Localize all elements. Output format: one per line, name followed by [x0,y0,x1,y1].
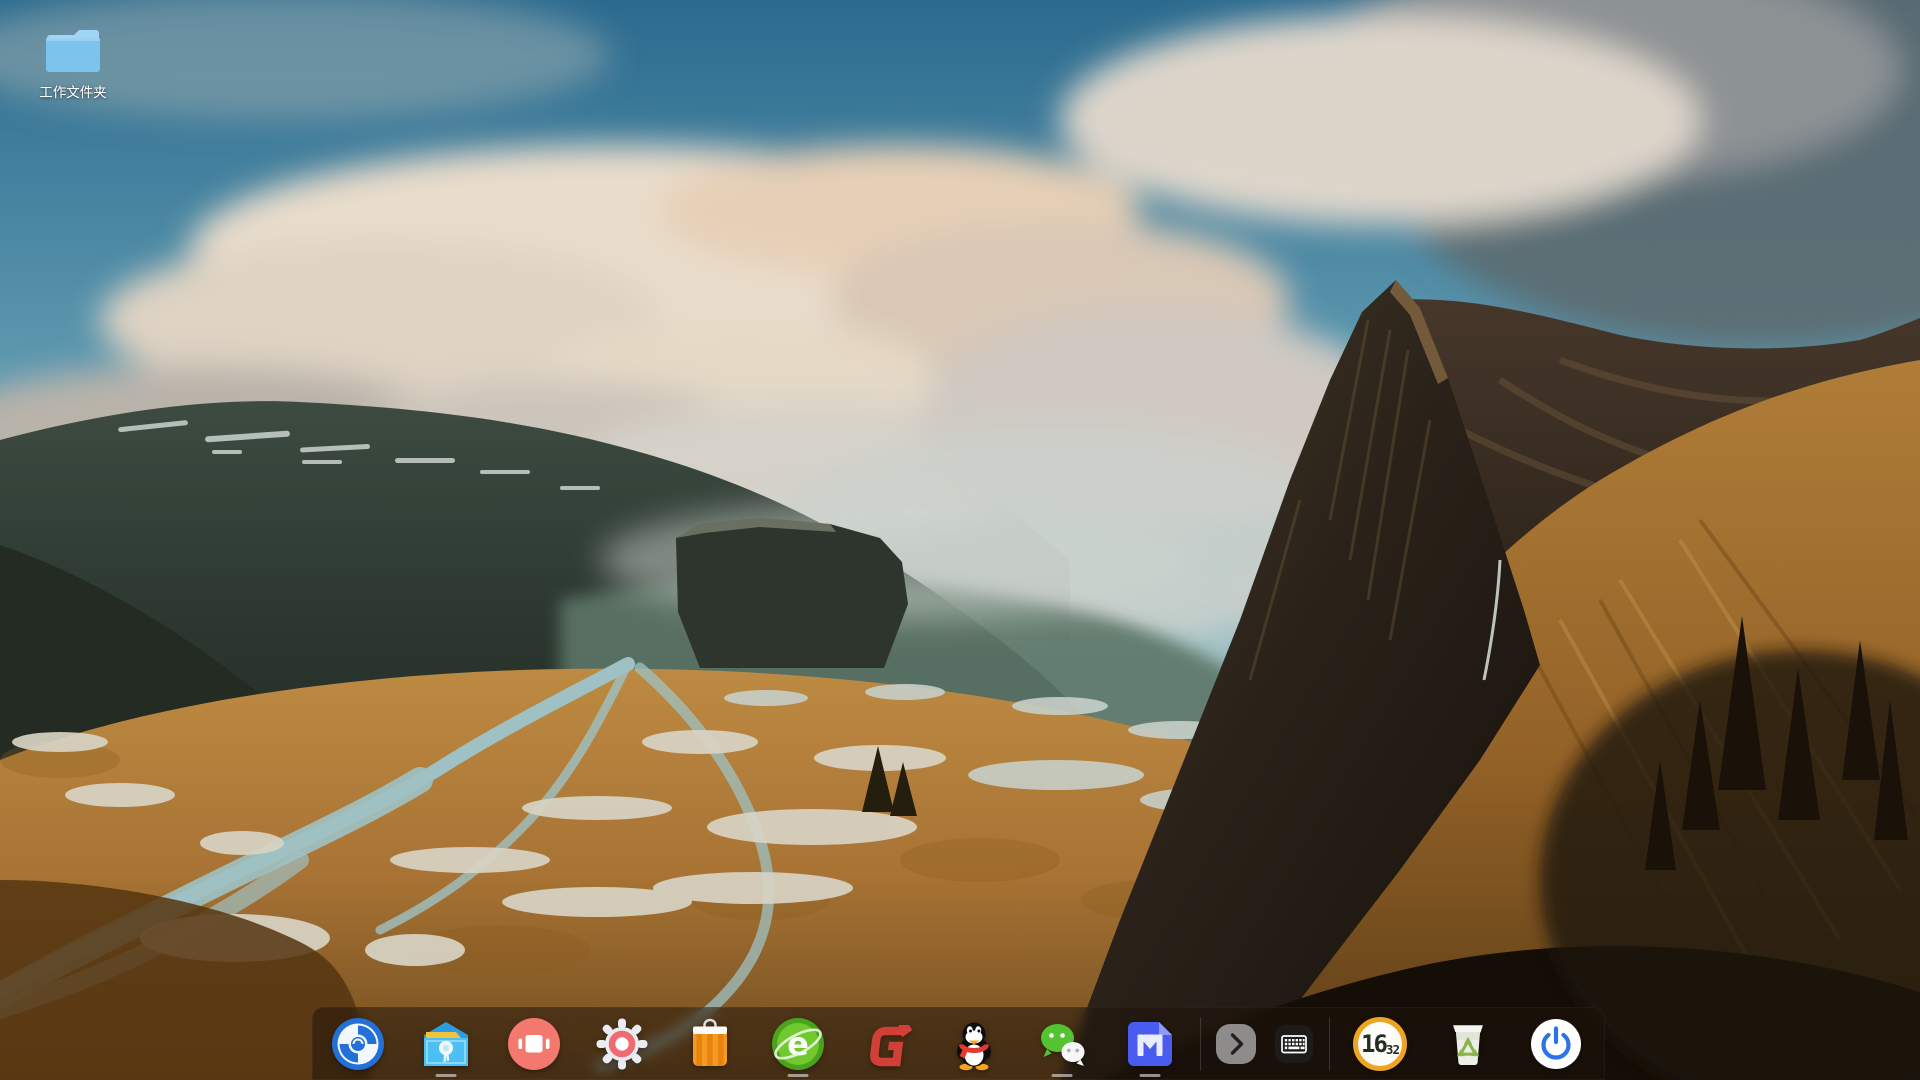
clock-hour: 16 [1361,1029,1388,1058]
running-indicator [1139,1074,1161,1077]
clock-minute: 32 [1385,1041,1400,1057]
deepin-launcher-icon [332,1017,384,1070]
desktop-folder[interactable]: 工作文件夹 [26,24,120,101]
wallpaper-image [0,0,1920,1080]
dock-app-file-manager[interactable] [402,1007,490,1080]
dock-plugin-power[interactable] [1512,1007,1600,1080]
wps-office-icon [1128,1021,1172,1066]
desktop-folder-label: 工作文件夹 [39,85,107,100]
clock-icon: 16 32 [1353,1016,1407,1071]
running-indicator [787,1074,809,1077]
red-g-app-icon [870,1024,913,1066]
dock-plugin-datetime[interactable]: 16 32 [1336,1007,1424,1080]
running-indicator [435,1074,457,1077]
file-manager-icon [424,1021,468,1066]
dock-tray-keyboard[interactable] [1265,1007,1323,1080]
virtual-keyboard-icon [1275,1024,1313,1063]
chevron-right-icon [1216,1023,1256,1064]
dock-divider [1329,1016,1330,1071]
dock-app-launcher[interactable] [314,1007,402,1080]
dock-app-multitasking[interactable] [490,1007,578,1080]
dock-app-store[interactable] [666,1007,754,1080]
power-icon [1531,1018,1581,1069]
trash-icon [1453,1024,1483,1065]
dock-plugin-trash[interactable] [1424,1007,1512,1080]
folder-icon [46,30,100,72]
dock-tray-expand[interactable] [1207,1007,1265,1080]
browser-icon: e [772,1017,824,1070]
dock-app-red-g[interactable] [842,1007,930,1080]
dock-app-wechat[interactable] [1018,1007,1106,1080]
running-indicator [1051,1074,1073,1077]
dock-app-qq[interactable] [930,1007,1018,1080]
multitasking-view-icon [508,1017,560,1070]
control-center-icon [596,1018,648,1069]
dock-divider [1200,1016,1201,1071]
app-store-icon [693,1018,727,1066]
dock: e 16 32 [312,1007,1605,1080]
wechat-icon [1041,1023,1085,1066]
dock-app-wps[interactable] [1106,1007,1194,1080]
dock-app-browser[interactable]: e [754,1007,842,1080]
dock-app-control-center[interactable] [578,1007,666,1080]
qq-icon [957,1022,991,1070]
